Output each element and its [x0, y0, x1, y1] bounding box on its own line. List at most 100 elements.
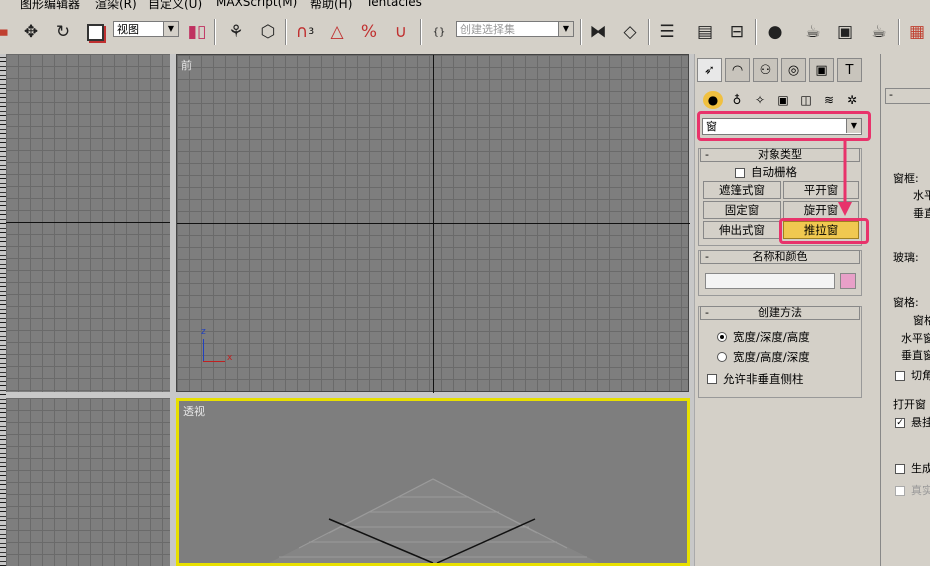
pivot-icon[interactable]: ▮▯: [184, 19, 210, 45]
toolbar-edge-icon[interactable]: ▬: [0, 19, 9, 45]
snap-level-label: 3: [308, 27, 315, 37]
viewport-top[interactable]: [6, 54, 170, 392]
projected-window-button[interactable]: 伸出式窗: [703, 221, 781, 239]
lights-icon[interactable]: ✧: [750, 91, 770, 109]
menu-help[interactable]: 帮助(H): [310, 0, 352, 11]
menu-graph-editors[interactable]: 图形编辑器: [20, 0, 80, 11]
spinner-snap-icon[interactable]: ∪: [388, 19, 414, 45]
view-dropdown-value: 视图: [117, 23, 139, 36]
motion-tab-icon[interactable]: ◎: [781, 58, 806, 82]
axis-gizmo: z x: [201, 327, 232, 367]
rollout-title: 名称和颜色: [752, 250, 808, 263]
parameters-panel: - 窗框: 水平 垂直 玻璃: 窗格: 窗格 水平窗 垂直窗 切角 打开窗 ✓ …: [880, 54, 930, 566]
material-editor-icon[interactable]: ●: [762, 19, 788, 45]
rotate-icon[interactable]: ↻: [50, 19, 76, 45]
snap-toggle-icon[interactable]: ∩ 3: [292, 19, 318, 45]
radio-width-depth-height[interactable]: [717, 332, 727, 342]
real-world-checkbox[interactable]: [895, 486, 905, 496]
chevron-down-icon: ▼: [163, 22, 178, 36]
menu-tentacles[interactable]: Tentacles: [366, 0, 422, 9]
space-warps-icon[interactable]: ≋: [819, 91, 839, 109]
rail-width-label: 窗格: [913, 314, 930, 327]
allow-nonvertical-label: 允许非垂直侧柱: [723, 372, 804, 386]
axis-z-label: z: [201, 327, 206, 337]
name-color-header[interactable]: - 名称和颜色: [700, 250, 860, 264]
viewport-area: 前 z x 透视: [6, 54, 694, 566]
schematic-view-icon[interactable]: ⊟: [724, 19, 750, 45]
grid-axis-vertical: [433, 55, 434, 393]
quick-render-icon[interactable]: ☕: [866, 19, 892, 45]
move-icon[interactable]: ✥: [18, 19, 44, 45]
allow-nonvertical-checkbox[interactable]: [707, 374, 717, 384]
percent-snap-icon[interactable]: %: [356, 19, 382, 45]
main-toolbar: ▬ ✥ ↻ 视图 ▼ ▮▯ ⚘ ⬡ ∩ 3 △ % ∪ {} 创建选择集 ▼ ⧓ ◇ …: [0, 11, 930, 55]
shapes-icon[interactable]: ♁: [727, 91, 747, 109]
cameras-icon[interactable]: ▣: [773, 91, 793, 109]
frame-label: 窗框:: [893, 172, 919, 185]
fixed-window-button[interactable]: 固定窗: [703, 201, 781, 219]
axis-x-label: x: [227, 353, 233, 363]
display-tab-icon[interactable]: ▣: [809, 58, 834, 82]
vertical-label: 垂直: [913, 207, 930, 220]
hung-checkbox[interactable]: ✓: [895, 418, 905, 428]
keyboard-shortcut-icon[interactable]: ⬡: [255, 19, 281, 45]
edit-named-selection-icon[interactable]: {}: [426, 19, 452, 45]
systems-icon[interactable]: ✲: [842, 91, 862, 109]
category-dropdown-highlight: [697, 111, 871, 141]
curve-editor-icon[interactable]: ▤: [692, 19, 718, 45]
mirror-icon[interactable]: ⧓: [585, 19, 611, 45]
select-manipulate-icon[interactable]: ⚘: [223, 19, 249, 45]
toolbar-separator: [214, 19, 216, 45]
awning-window-button[interactable]: 遮篷式窗: [703, 181, 781, 199]
collapse-icon: -: [705, 250, 709, 263]
radio-width-height-depth[interactable]: [717, 352, 727, 362]
chamfer-checkbox[interactable]: [895, 371, 905, 381]
menu-bar: 图形编辑器 渲染(R) 自定义(U) MAXScript(M) 帮助(H) Te…: [0, 0, 930, 11]
collapse-icon: -: [705, 148, 709, 161]
named-selection-set-dropdown[interactable]: 创建选择集 ▼: [456, 21, 574, 37]
helpers-icon[interactable]: ◫: [796, 91, 816, 109]
rollout-title: 创建方法: [758, 306, 802, 319]
layer-manager-icon[interactable]: ☰: [654, 19, 680, 45]
object-name-input[interactable]: [705, 273, 835, 289]
menu-customize[interactable]: 自定义(U): [148, 0, 202, 11]
scale-icon[interactable]: [82, 19, 108, 45]
extra-tool-icon[interactable]: ▦: [904, 19, 930, 45]
autogrid-checkbox[interactable]: [735, 168, 745, 178]
utilities-tab-icon[interactable]: T: [837, 58, 862, 82]
toolbar-separator: [285, 19, 287, 45]
autogrid-label: 自动栅格: [751, 165, 797, 179]
toolbar-separator: [420, 19, 422, 45]
option-width-depth-height: 宽度/深度/高度: [733, 330, 810, 344]
generate-mapping-checkbox[interactable]: [895, 464, 905, 474]
geometry-icon[interactable]: ●: [703, 91, 723, 109]
object-color-swatch[interactable]: [840, 273, 856, 289]
sliding-window-highlight: [779, 218, 869, 244]
vertical-panes-label: 垂直窗: [901, 349, 930, 362]
viewport-left[interactable]: [6, 398, 170, 566]
toolbar-separator: [755, 19, 757, 45]
angle-snap-icon[interactable]: △: [324, 19, 350, 45]
horizontal-panes-label: 水平窗: [901, 332, 930, 345]
creation-method-header[interactable]: - 创建方法: [700, 306, 860, 320]
render-frame-icon[interactable]: ▣: [832, 19, 858, 45]
create-tab-icon[interactable]: ➶: [697, 58, 722, 82]
hung-label: 悬挂: [911, 416, 930, 429]
toolbar-separator: [898, 19, 900, 45]
modify-tab-icon[interactable]: ◠: [725, 58, 750, 82]
menu-rendering[interactable]: 渲染(R): [95, 0, 137, 11]
render-setup-icon[interactable]: ☕: [800, 19, 826, 45]
parameters-header[interactable]: -: [885, 88, 930, 104]
align-icon[interactable]: ◇: [617, 19, 643, 45]
viewport-label[interactable]: 前: [181, 57, 192, 73]
selection-set-placeholder: 创建选择集: [460, 23, 515, 36]
real-world-label: 真实: [911, 484, 930, 497]
reference-coordinate-dropdown[interactable]: 视图 ▼: [113, 21, 179, 37]
perspective-grid: [269, 478, 599, 563]
viewport-front[interactable]: 前 z x: [176, 54, 690, 393]
callout-arrow: [838, 140, 852, 216]
hierarchy-tab-icon[interactable]: ⚇: [753, 58, 778, 82]
viewport-perspective[interactable]: 透视: [176, 398, 690, 566]
option-width-height-depth: 宽度/高度/深度: [733, 350, 810, 364]
menu-maxscript[interactable]: MAXScript(M): [216, 0, 297, 9]
